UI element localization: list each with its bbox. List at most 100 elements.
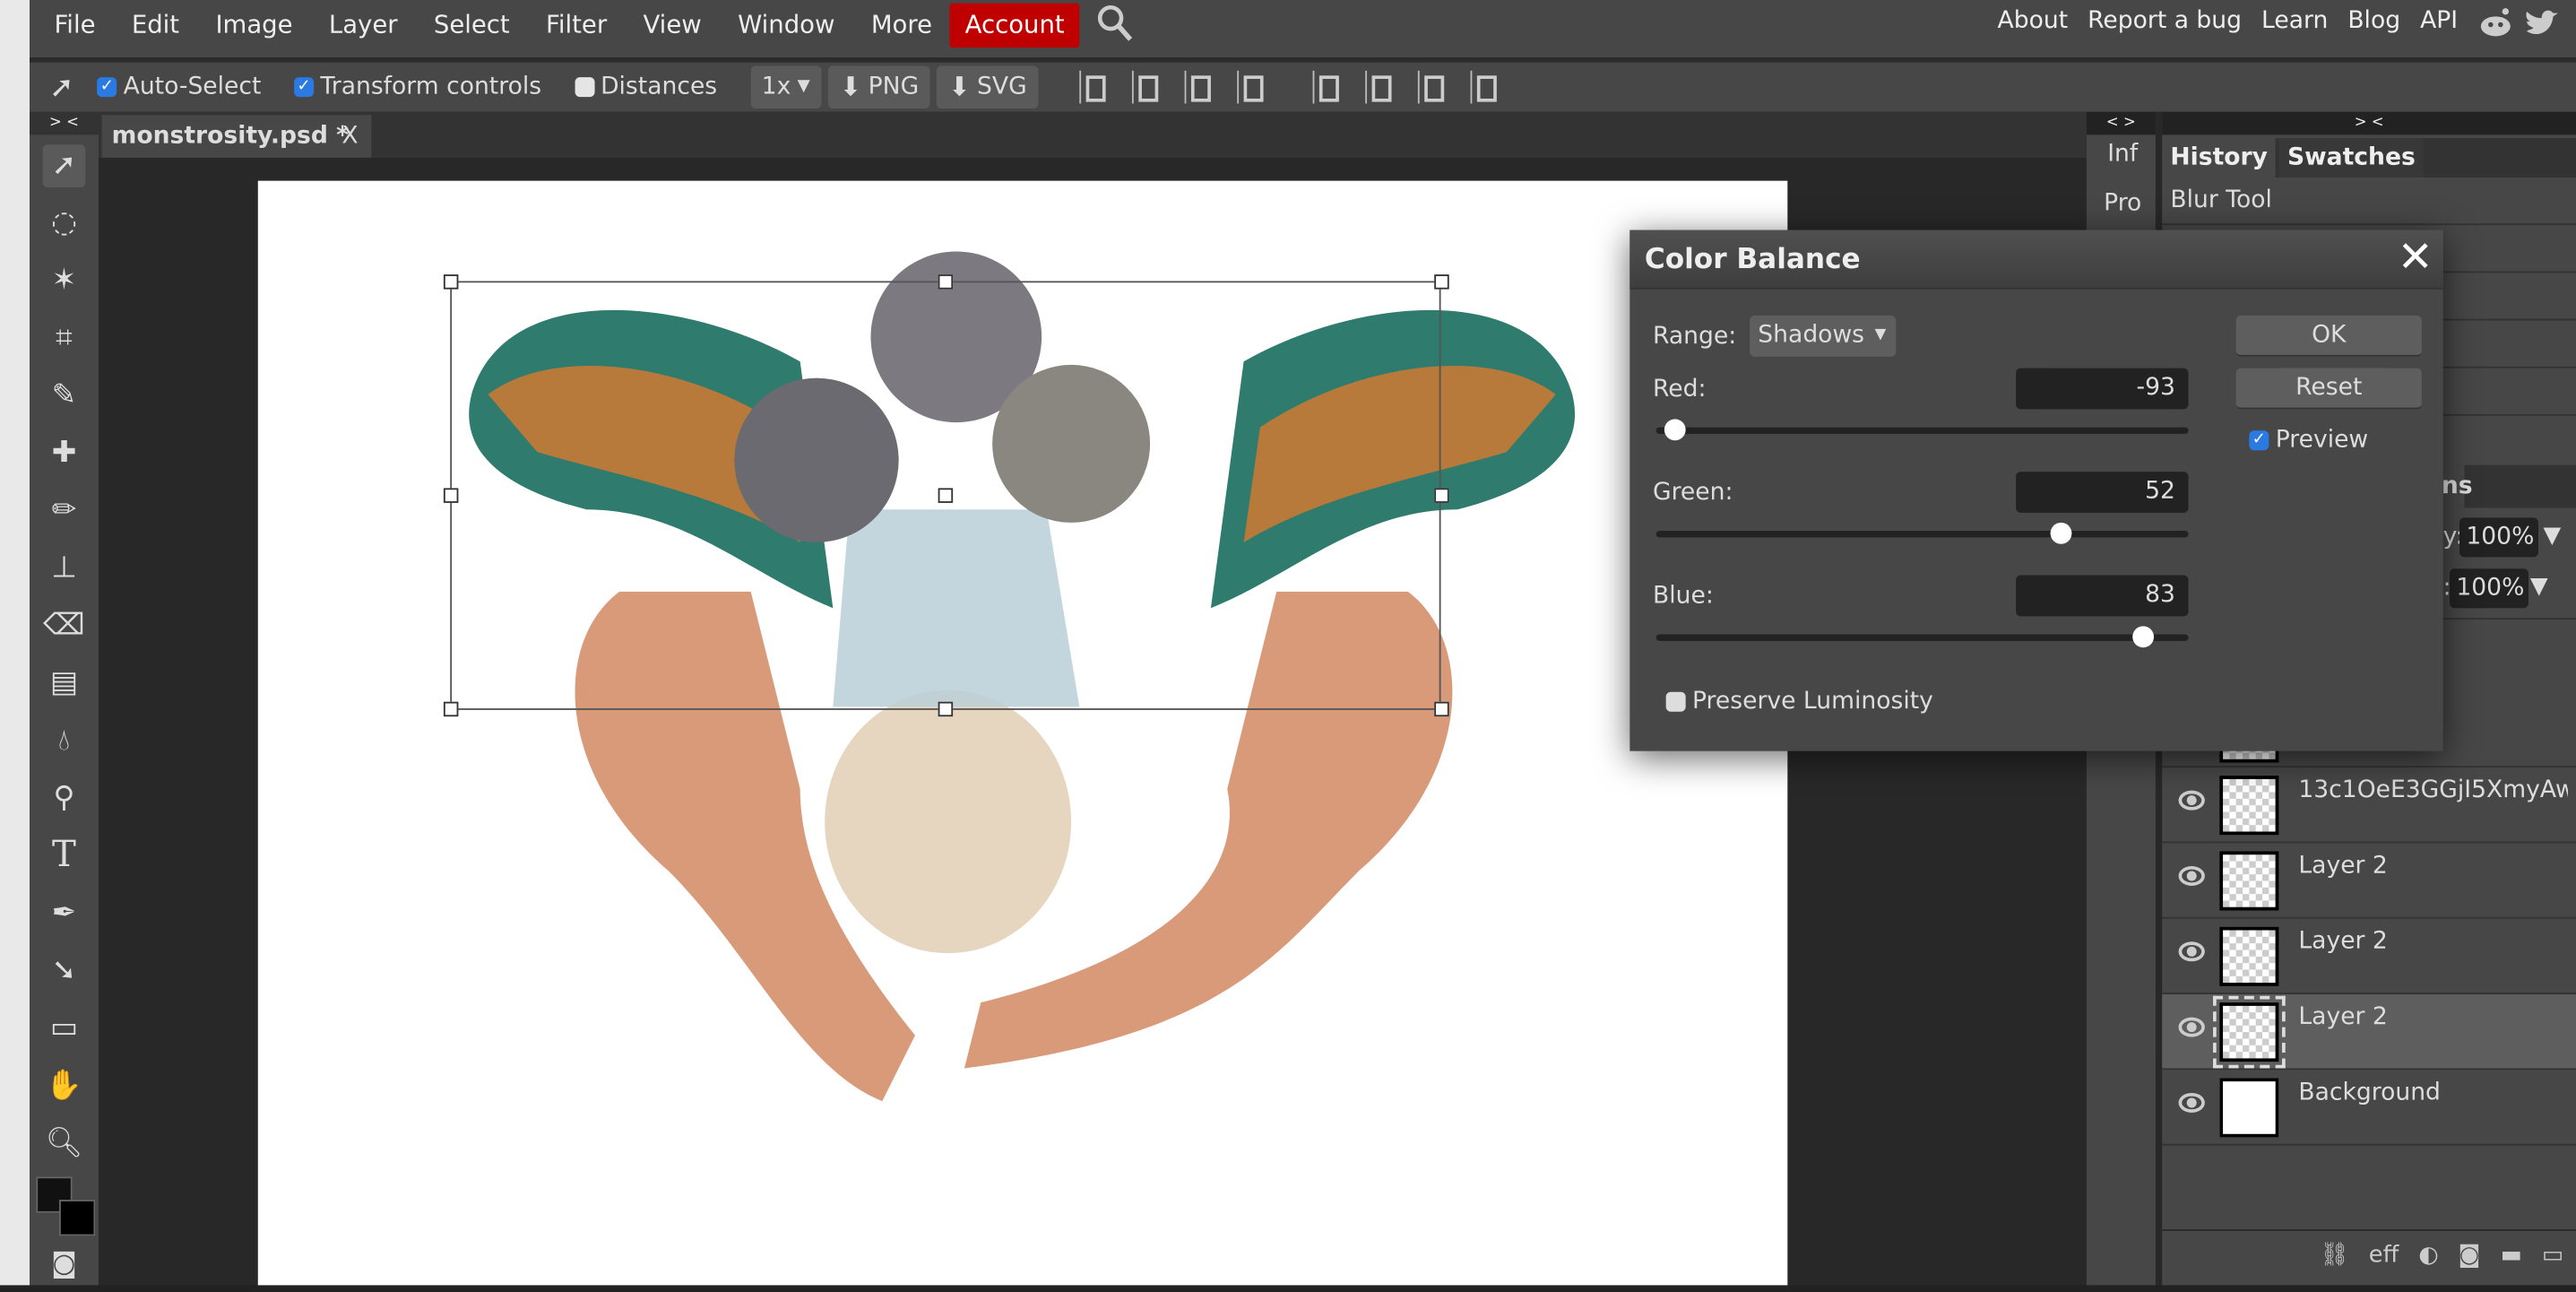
search-icon[interactable] [1096,3,1136,48]
opacity-input[interactable]: 100% [2459,517,2538,558]
export-svg-button[interactable]: ⬇ SVG [937,65,1039,108]
slider-thumb[interactable] [2051,522,2072,544]
pen-tool-icon[interactable]: ✒ [43,892,86,935]
transform-handle[interactable] [443,274,459,290]
document-tab[interactable]: monstrosity.psd * X [101,115,372,158]
blue-input[interactable]: 83 [2016,575,2189,617]
menu-image[interactable]: Image [197,0,310,57]
align-top-icon[interactable] [1312,70,1343,104]
tab-properties[interactable]: Pro [2093,191,2152,217]
range-select[interactable]: Shadows ▼ [1750,315,1897,357]
fill-dropdown-icon[interactable]: ▼ [2530,574,2548,600]
mini-panel-toggle[interactable]: < > [2086,111,2156,135]
eye-icon[interactable] [2178,941,2205,962]
menu-report-bug[interactable]: Report a bug [2078,0,2252,54]
layer-row[interactable]: Layer 2 [2162,993,2576,1071]
slider-thumb[interactable] [1664,419,1687,441]
export-png-button[interactable]: ⬇ PNG [827,65,930,108]
transform-handle[interactable] [938,274,954,290]
distribute-h-icon[interactable] [1237,70,1266,104]
history-item[interactable]: Blur Tool [2162,178,2576,226]
healing-brush-icon[interactable]: ✚ [43,432,86,475]
folder-icon[interactable]: ▬ [2501,1243,2522,1269]
green-input[interactable]: 52 [2016,472,2189,513]
layer-row[interactable]: Background [2162,1070,2576,1146]
red-input[interactable]: -93 [2016,368,2189,410]
transform-handle[interactable] [938,488,954,503]
menu-window[interactable]: Window [720,0,853,57]
dodge-tool-icon[interactable]: ⚲ [43,777,86,820]
new-layer-icon[interactable]: ▭ [2542,1243,2563,1269]
tab-layers[interactable]: ns [2441,464,2473,508]
right-panel-toggle[interactable]: > < [2162,111,2576,135]
layer-row[interactable]: 13c1OeE3GGjI5XmyAwm [2162,767,2576,844]
gradient-tool-icon[interactable]: ▤ [43,663,86,706]
clone-stamp-icon[interactable]: ⊥ [43,547,86,590]
transform-handle[interactable] [1434,274,1449,290]
quick-mask-icon[interactable]: ◙ [43,1243,86,1286]
transform-handle[interactable] [938,701,954,717]
align-center-h-icon[interactable] [1132,70,1162,104]
eyedropper-icon[interactable]: ✎ [43,375,86,418]
transform-controls-checkbox[interactable]: ✓ Transform controls [294,74,541,100]
eraser-icon[interactable]: ⌫ [43,605,86,648]
background-color[interactable] [58,1200,96,1236]
close-icon[interactable]: ✕ [2398,233,2433,282]
lasso-tool-icon[interactable]: ◌ [43,202,86,245]
preserve-luminosity-checkbox[interactable]: Preserve Luminosity [1665,689,1933,715]
menu-blog[interactable]: Blog [2338,0,2410,54]
transform-handle[interactable] [443,488,459,503]
preview-checkbox[interactable]: ✓ Preview [2249,428,2368,454]
document-canvas[interactable] [257,180,1788,1286]
transform-handle[interactable] [1434,488,1449,503]
align-bottom-icon[interactable] [1417,70,1448,104]
ok-button[interactable]: OK [2235,315,2422,357]
blue-slider[interactable] [1655,626,2189,648]
align-left-icon[interactable] [1079,70,1109,104]
reset-button[interactable]: Reset [2235,368,2422,410]
reddit-icon[interactable] [2477,5,2513,45]
opacity-dropdown-icon[interactable]: ▼ [2543,523,2561,549]
transform-handle[interactable] [443,701,459,717]
menu-view[interactable]: View [625,0,720,57]
slider-thumb[interactable] [2133,626,2155,648]
move-tool-icon[interactable]: ➚ [42,144,86,187]
menu-file[interactable]: File [36,0,113,57]
hand-tool-icon[interactable]: ✋ [43,1065,86,1108]
layer-mask-icon[interactable]: ◙ [2459,1243,2481,1269]
menu-more[interactable]: More [853,0,950,57]
crop-tool-icon[interactable]: ⌗ [43,317,86,360]
magic-wand-icon[interactable]: ✶ [43,260,86,303]
menu-about[interactable]: About [1988,0,2079,54]
menu-filter[interactable]: Filter [528,0,625,57]
menu-edit[interactable]: Edit [114,0,198,57]
blur-tool-icon[interactable]: 💧︎ [43,720,86,763]
effects-button[interactable]: eff [2369,1243,2399,1269]
distances-checkbox[interactable]: Distances [574,74,717,100]
text-tool-icon[interactable]: T [43,835,86,878]
menu-api[interactable]: API [2410,0,2468,54]
align-middle-v-icon[interactable] [1365,70,1395,104]
twitter-icon[interactable] [2523,5,2559,45]
menu-account[interactable]: Account [950,3,1080,48]
menu-select[interactable]: Select [416,0,528,57]
menu-learn[interactable]: Learn [2252,0,2338,54]
adjustment-layer-icon[interactable]: ◐ [2418,1243,2438,1269]
zoom-select[interactable]: 1x ▼ [749,65,822,108]
eye-icon[interactable] [2178,1092,2205,1113]
distribute-v-icon[interactable] [1470,70,1500,104]
layer-row[interactable]: Layer 2 [2162,843,2576,919]
zoom-tool-icon[interactable]: 🔍︎ [43,1123,86,1166]
layer-row[interactable]: Layer 2 [2162,919,2576,994]
toolbox-collapse[interactable]: > < [29,111,99,135]
link-layers-icon[interactable]: ⛓ [2320,1243,2349,1269]
auto-select-checkbox[interactable]: ✓ Auto-Select [97,74,261,100]
menu-layer[interactable]: Layer [311,0,416,57]
eye-icon[interactable] [2178,1017,2205,1037]
tab-info[interactable]: Inf [2093,142,2152,168]
eye-icon[interactable] [2178,790,2205,811]
red-slider[interactable] [1655,419,2189,441]
close-icon[interactable]: X [341,115,358,158]
tab-swatches[interactable]: Swatches [2278,137,2424,178]
fill-input[interactable]: 100% [2450,568,2528,609]
